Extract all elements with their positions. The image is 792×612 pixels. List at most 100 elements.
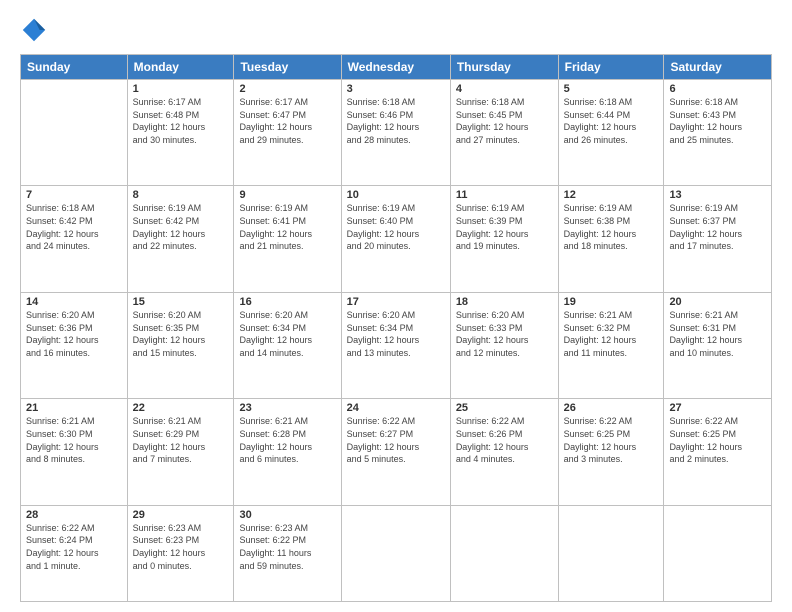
day-info: Sunrise: 6:21 AM Sunset: 6:29 PM Dayligh… (133, 415, 229, 465)
day-number: 17 (347, 296, 445, 308)
day-cell: 21Sunrise: 6:21 AM Sunset: 6:30 PM Dayli… (21, 399, 128, 505)
day-info: Sunrise: 6:20 AM Sunset: 6:35 PM Dayligh… (133, 309, 229, 359)
day-info: Sunrise: 6:22 AM Sunset: 6:25 PM Dayligh… (564, 415, 659, 465)
day-cell: 4Sunrise: 6:18 AM Sunset: 6:45 PM Daylig… (450, 80, 558, 186)
day-cell: 19Sunrise: 6:21 AM Sunset: 6:32 PM Dayli… (558, 292, 664, 398)
day-info: Sunrise: 6:18 AM Sunset: 6:46 PM Dayligh… (347, 96, 445, 146)
day-number: 25 (456, 402, 553, 414)
day-cell: 12Sunrise: 6:19 AM Sunset: 6:38 PM Dayli… (558, 186, 664, 292)
day-cell: 7Sunrise: 6:18 AM Sunset: 6:42 PM Daylig… (21, 186, 128, 292)
day-info: Sunrise: 6:19 AM Sunset: 6:39 PM Dayligh… (456, 202, 553, 252)
day-cell (664, 505, 772, 601)
day-number: 28 (26, 509, 122, 521)
day-info: Sunrise: 6:19 AM Sunset: 6:41 PM Dayligh… (239, 202, 335, 252)
day-number: 7 (26, 189, 122, 201)
day-number: 15 (133, 296, 229, 308)
day-info: Sunrise: 6:19 AM Sunset: 6:38 PM Dayligh… (564, 202, 659, 252)
logo-icon (20, 16, 48, 44)
day-cell: 16Sunrise: 6:20 AM Sunset: 6:34 PM Dayli… (234, 292, 341, 398)
day-info: Sunrise: 6:18 AM Sunset: 6:45 PM Dayligh… (456, 96, 553, 146)
week-row-2: 7Sunrise: 6:18 AM Sunset: 6:42 PM Daylig… (21, 186, 772, 292)
day-number: 13 (669, 189, 766, 201)
day-cell (558, 505, 664, 601)
day-cell: 10Sunrise: 6:19 AM Sunset: 6:40 PM Dayli… (341, 186, 450, 292)
day-number: 21 (26, 402, 122, 414)
day-cell: 11Sunrise: 6:19 AM Sunset: 6:39 PM Dayli… (450, 186, 558, 292)
day-number: 11 (456, 189, 553, 201)
day-cell: 20Sunrise: 6:21 AM Sunset: 6:31 PM Dayli… (664, 292, 772, 398)
day-cell: 29Sunrise: 6:23 AM Sunset: 6:23 PM Dayli… (127, 505, 234, 601)
weekday-header-thursday: Thursday (450, 55, 558, 80)
day-cell: 30Sunrise: 6:23 AM Sunset: 6:22 PM Dayli… (234, 505, 341, 601)
day-cell (21, 80, 128, 186)
day-number: 8 (133, 189, 229, 201)
day-cell: 2Sunrise: 6:17 AM Sunset: 6:47 PM Daylig… (234, 80, 341, 186)
day-number: 24 (347, 402, 445, 414)
day-cell: 26Sunrise: 6:22 AM Sunset: 6:25 PM Dayli… (558, 399, 664, 505)
day-cell: 23Sunrise: 6:21 AM Sunset: 6:28 PM Dayli… (234, 399, 341, 505)
day-cell: 3Sunrise: 6:18 AM Sunset: 6:46 PM Daylig… (341, 80, 450, 186)
day-number: 1 (133, 83, 229, 95)
day-number: 29 (133, 509, 229, 521)
logo (20, 16, 50, 44)
weekday-header-tuesday: Tuesday (234, 55, 341, 80)
weekday-header-friday: Friday (558, 55, 664, 80)
day-cell: 15Sunrise: 6:20 AM Sunset: 6:35 PM Dayli… (127, 292, 234, 398)
day-number: 3 (347, 83, 445, 95)
calendar-table: SundayMondayTuesdayWednesdayThursdayFrid… (20, 54, 772, 602)
day-info: Sunrise: 6:23 AM Sunset: 6:22 PM Dayligh… (239, 522, 335, 572)
day-number: 18 (456, 296, 553, 308)
day-number: 20 (669, 296, 766, 308)
week-row-5: 28Sunrise: 6:22 AM Sunset: 6:24 PM Dayli… (21, 505, 772, 601)
day-info: Sunrise: 6:21 AM Sunset: 6:30 PM Dayligh… (26, 415, 122, 465)
day-cell: 1Sunrise: 6:17 AM Sunset: 6:48 PM Daylig… (127, 80, 234, 186)
week-row-1: 1Sunrise: 6:17 AM Sunset: 6:48 PM Daylig… (21, 80, 772, 186)
weekday-header-monday: Monday (127, 55, 234, 80)
day-number: 10 (347, 189, 445, 201)
day-info: Sunrise: 6:22 AM Sunset: 6:27 PM Dayligh… (347, 415, 445, 465)
day-info: Sunrise: 6:20 AM Sunset: 6:34 PM Dayligh… (347, 309, 445, 359)
day-cell: 14Sunrise: 6:20 AM Sunset: 6:36 PM Dayli… (21, 292, 128, 398)
day-cell: 22Sunrise: 6:21 AM Sunset: 6:29 PM Dayli… (127, 399, 234, 505)
calendar-page: SundayMondayTuesdayWednesdayThursdayFrid… (0, 0, 792, 612)
day-cell: 5Sunrise: 6:18 AM Sunset: 6:44 PM Daylig… (558, 80, 664, 186)
weekday-header-saturday: Saturday (664, 55, 772, 80)
day-number: 5 (564, 83, 659, 95)
day-cell: 8Sunrise: 6:19 AM Sunset: 6:42 PM Daylig… (127, 186, 234, 292)
day-number: 6 (669, 83, 766, 95)
weekday-header-row: SundayMondayTuesdayWednesdayThursdayFrid… (21, 55, 772, 80)
day-cell: 25Sunrise: 6:22 AM Sunset: 6:26 PM Dayli… (450, 399, 558, 505)
day-number: 2 (239, 83, 335, 95)
week-row-4: 21Sunrise: 6:21 AM Sunset: 6:30 PM Dayli… (21, 399, 772, 505)
day-info: Sunrise: 6:18 AM Sunset: 6:43 PM Dayligh… (669, 96, 766, 146)
day-number: 22 (133, 402, 229, 414)
day-cell: 6Sunrise: 6:18 AM Sunset: 6:43 PM Daylig… (664, 80, 772, 186)
day-info: Sunrise: 6:20 AM Sunset: 6:34 PM Dayligh… (239, 309, 335, 359)
day-number: 30 (239, 509, 335, 521)
day-info: Sunrise: 6:21 AM Sunset: 6:32 PM Dayligh… (564, 309, 659, 359)
day-number: 19 (564, 296, 659, 308)
day-info: Sunrise: 6:22 AM Sunset: 6:26 PM Dayligh… (456, 415, 553, 465)
day-info: Sunrise: 6:22 AM Sunset: 6:24 PM Dayligh… (26, 522, 122, 572)
day-cell (450, 505, 558, 601)
day-info: Sunrise: 6:18 AM Sunset: 6:42 PM Dayligh… (26, 202, 122, 252)
day-number: 12 (564, 189, 659, 201)
day-info: Sunrise: 6:21 AM Sunset: 6:31 PM Dayligh… (669, 309, 766, 359)
day-cell: 18Sunrise: 6:20 AM Sunset: 6:33 PM Dayli… (450, 292, 558, 398)
day-info: Sunrise: 6:17 AM Sunset: 6:48 PM Dayligh… (133, 96, 229, 146)
weekday-header-sunday: Sunday (21, 55, 128, 80)
day-number: 4 (456, 83, 553, 95)
header (20, 16, 772, 44)
day-cell: 9Sunrise: 6:19 AM Sunset: 6:41 PM Daylig… (234, 186, 341, 292)
day-info: Sunrise: 6:17 AM Sunset: 6:47 PM Dayligh… (239, 96, 335, 146)
day-info: Sunrise: 6:23 AM Sunset: 6:23 PM Dayligh… (133, 522, 229, 572)
day-info: Sunrise: 6:18 AM Sunset: 6:44 PM Dayligh… (564, 96, 659, 146)
day-cell: 13Sunrise: 6:19 AM Sunset: 6:37 PM Dayli… (664, 186, 772, 292)
day-info: Sunrise: 6:21 AM Sunset: 6:28 PM Dayligh… (239, 415, 335, 465)
day-cell: 28Sunrise: 6:22 AM Sunset: 6:24 PM Dayli… (21, 505, 128, 601)
day-cell (341, 505, 450, 601)
day-cell: 27Sunrise: 6:22 AM Sunset: 6:25 PM Dayli… (664, 399, 772, 505)
day-number: 27 (669, 402, 766, 414)
weekday-header-wednesday: Wednesday (341, 55, 450, 80)
day-number: 14 (26, 296, 122, 308)
